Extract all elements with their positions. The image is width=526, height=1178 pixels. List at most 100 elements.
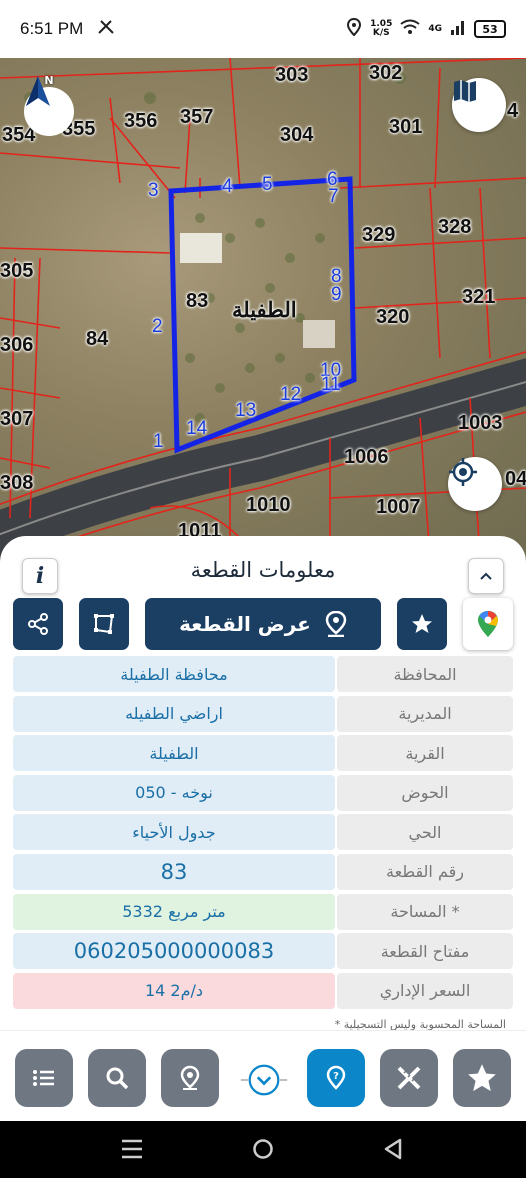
vertex-label: 7: [328, 186, 339, 207]
basin-label: الحوض: [337, 774, 513, 811]
compass[interactable]: N: [24, 74, 74, 136]
my-location-button[interactable]: [448, 457, 502, 511]
status-bar: 6:51 PM 1.05 K/S 4G 53: [0, 0, 526, 58]
star-icon: [412, 614, 432, 633]
status-time: 6:51 PM: [20, 19, 84, 38]
vertex-label: 11: [321, 374, 341, 395]
back-triangle-icon: [384, 1138, 402, 1160]
location-pin-icon: [180, 1065, 200, 1090]
parcel-label: 04: [505, 468, 526, 490]
village-label: الطفيلة: [232, 299, 297, 322]
neighborhood-label: الحي: [337, 814, 513, 851]
detail-row: 060205000000083 مفتاح القطعة: [13, 933, 513, 970]
google-maps-button[interactable]: [463, 598, 513, 650]
measure-button[interactable]: [380, 1049, 438, 1107]
detail-row: 14 د/م2 السعر الإداري: [13, 972, 513, 1009]
parcel-label: 1010: [246, 494, 291, 516]
collapse-button[interactable]: [468, 558, 504, 594]
parcel-label: 1007: [376, 496, 421, 518]
location-pin-icon: [325, 611, 347, 637]
detail-row: جدول الأحياء الحي: [13, 814, 513, 851]
view-parcel-button[interactable]: عرض القطعة: [145, 598, 381, 650]
detail-row: اراضي الطفيله المديرية: [13, 695, 513, 732]
vertex-label: 5: [262, 174, 273, 195]
network-speed: 1.05 K/S: [370, 19, 393, 38]
expand-toggle[interactable]: [239, 1058, 289, 1102]
parcel-label: 305: [0, 260, 34, 282]
search-button[interactable]: [88, 1049, 146, 1107]
help-pin-icon: ?: [326, 1065, 346, 1090]
map-layers-button[interactable]: [452, 78, 506, 132]
parcel-label: 1003: [458, 412, 503, 434]
star-icon: [465, 1061, 499, 1094]
governorate-value: محافظة الطفيلة: [13, 656, 335, 692]
directorate-label: المديرية: [337, 695, 513, 732]
vertex-label: 3: [148, 180, 159, 201]
admin-price-value: 14 د/م2: [13, 972, 335, 1009]
map-view[interactable]: 303 302 354 355 356 357 304 301 4 329 32…: [0, 58, 526, 558]
parcel-label: 302: [369, 62, 403, 84]
boundary-button[interactable]: [79, 598, 129, 650]
parcel-label: 308: [0, 472, 34, 494]
detail-row: الطفيلة القرية: [13, 735, 513, 772]
parcel-label: 84: [86, 328, 109, 350]
view-parcel-label: عرض القطعة: [179, 612, 311, 636]
detail-row: 5332 متر مربع المساحة *: [13, 893, 513, 930]
detail-row: نوخه - 050 الحوض: [13, 774, 513, 811]
parcel-label: 320: [376, 306, 410, 328]
parcel-label: 328: [438, 216, 472, 238]
parcel-label: 357: [180, 106, 214, 128]
admin-price-label: السعر الإداري: [337, 972, 513, 1009]
location-status-icon: [346, 17, 362, 40]
recent-apps-button[interactable]: [121, 1139, 143, 1163]
search-icon: [106, 1067, 129, 1090]
home-button[interactable]: [252, 1138, 274, 1164]
directorate-value: اراضي الطفيله: [13, 695, 335, 732]
parcel-label: 356: [124, 110, 158, 132]
polygon-icon: [94, 614, 114, 634]
share-icon: [28, 613, 48, 635]
neighborhood-value: جدول الأحياء: [13, 814, 335, 851]
measure-icon: [397, 1066, 421, 1090]
parcel-label: 303: [275, 64, 309, 86]
parcel-label: 306: [0, 334, 34, 356]
back-button[interactable]: [383, 1138, 403, 1164]
vertex-label: 14: [186, 418, 208, 439]
share-button[interactable]: [13, 598, 63, 650]
parcel-label: 301: [389, 116, 423, 138]
basin-value: نوخه - 050: [13, 774, 335, 811]
governorate-label: المحافظة: [337, 656, 513, 692]
vertex-label: 1: [153, 431, 164, 452]
crosshair-icon: [449, 458, 477, 486]
parcel-label: 304: [280, 124, 314, 146]
vertex-label: 13: [235, 400, 257, 421]
parcel-number-label: رقم القطعة: [337, 853, 513, 890]
tools-icon: [97, 19, 115, 39]
help-location-button[interactable]: ?: [307, 1049, 365, 1107]
chevron-down-icon: [240, 1064, 288, 1096]
village-label-cell: القرية: [337, 735, 513, 772]
panel-title: معلومات القطعة: [190, 558, 336, 582]
parcel-details: محافظة الطفيلة المحافظة اراضي الطفيله ال…: [13, 656, 513, 1012]
compass-icon: [24, 76, 74, 136]
map-icon: [454, 80, 476, 102]
parcel-label: 83: [186, 290, 209, 312]
vertex-label: 4: [222, 176, 233, 197]
detail-row: 83 رقم القطعة: [13, 853, 513, 890]
favorite-button[interactable]: [397, 598, 447, 650]
menu-icon: [122, 1139, 142, 1159]
chevron-up-icon: [480, 572, 492, 580]
list-button[interactable]: [15, 1049, 73, 1107]
parcel-key-label: مفتاح القطعة: [337, 933, 513, 970]
parcel-label: 1006: [344, 446, 389, 468]
location-button[interactable]: [161, 1049, 219, 1107]
favorites-button[interactable]: [453, 1049, 511, 1107]
vertex-label: 12: [280, 384, 302, 405]
area-value: 5332 متر مربع: [13, 893, 335, 930]
parcel-number-value: 83: [13, 853, 335, 890]
system-nav-bar: [0, 1121, 526, 1178]
parcel-label: 321: [462, 286, 496, 308]
svg-text:?: ?: [333, 1071, 339, 1082]
network-type: 4G: [428, 24, 442, 34]
google-maps-icon: [478, 611, 498, 637]
